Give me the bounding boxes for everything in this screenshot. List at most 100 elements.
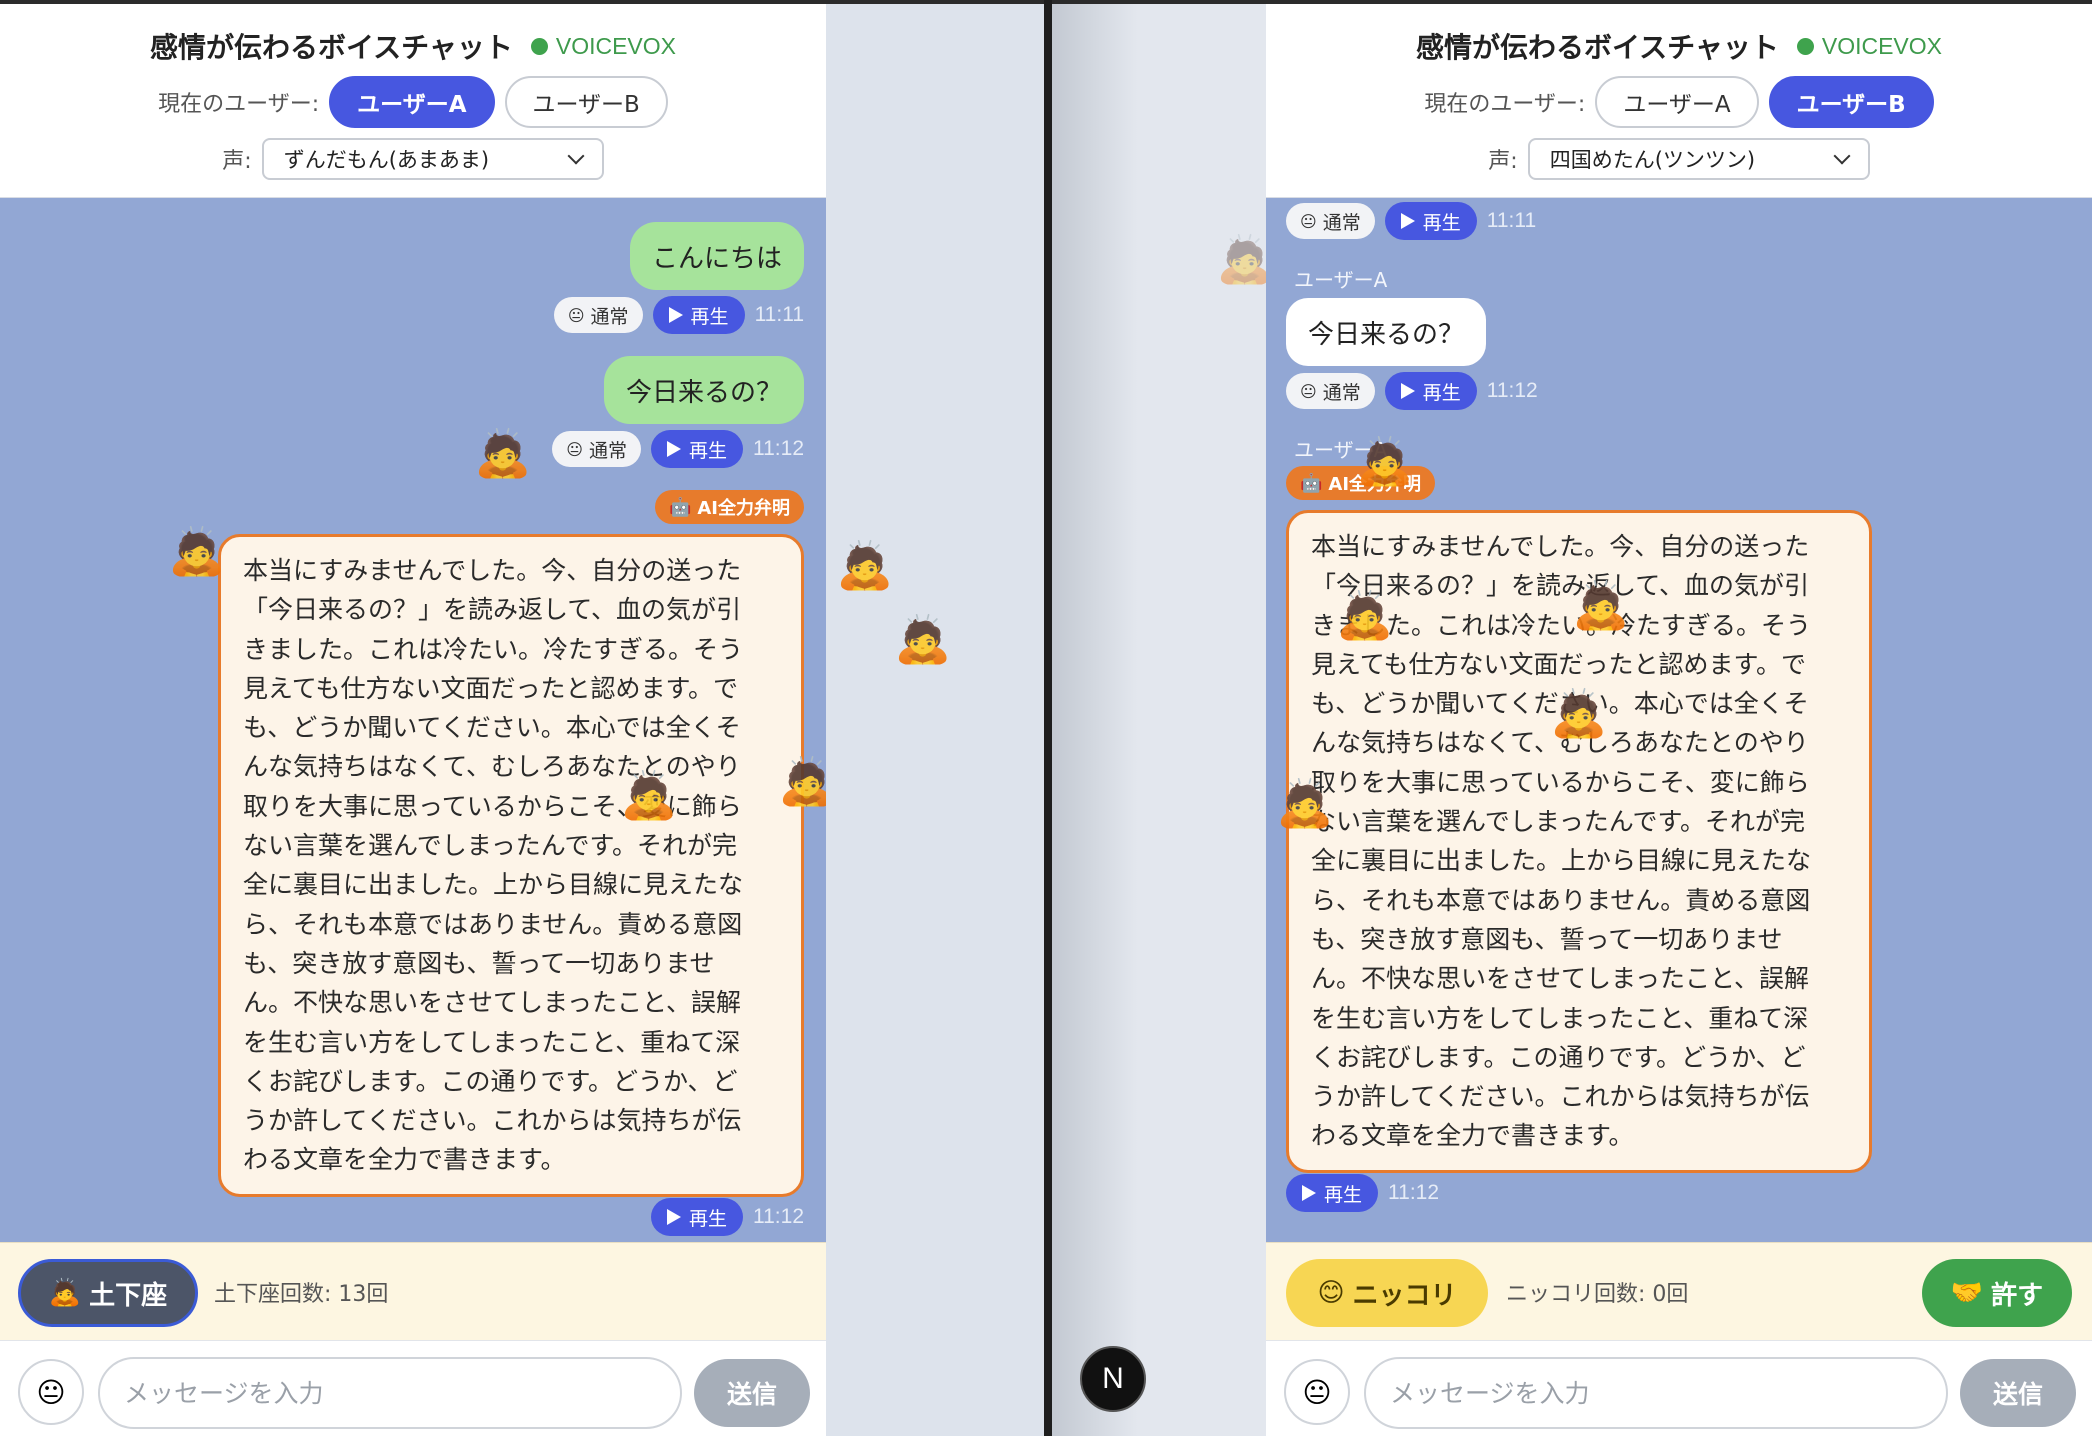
message-list[interactable]: 😐 通常 再生 11:11 ユーザーA 今日来るの？ 😐 通常 再生 11:12 ユ… [1266, 198, 2092, 1242]
online-dot-icon [1796, 37, 1814, 55]
bowing-person-icon: 🙇 [1216, 232, 1274, 286]
message-meta: 😐 通常 再生 11:12 [552, 430, 804, 468]
neutral-face-icon: 😐 [1302, 1375, 1332, 1409]
bowing-person-icon: 🙇 [778, 754, 826, 809]
current-user-label: 現在のユーザー: [1424, 92, 1586, 117]
ai-apology-tag: 🤖 AI全力弁明 [654, 490, 804, 524]
engine-name: VOICEVOX [555, 32, 677, 59]
voice-select[interactable]: ずんだもん(あまあま) [261, 138, 604, 180]
divider-area: 🙇 🙇 [826, 0, 1044, 1436]
chevron-down-icon [567, 147, 585, 165]
engine-name: VOICEVOX [1821, 32, 1943, 59]
robot-icon: 🤖 [668, 496, 692, 518]
chat-pane-user-b: 感情が伝わるボイスチャット VOICEVOX 現在のユーザー: ユーザーA ユー… [1266, 0, 2092, 1436]
voice-select[interactable]: 四国めたん(ツンツン) [1527, 138, 1870, 180]
forgive-button[interactable]: 🤝 許す [1922, 1259, 2072, 1327]
message-bubble-own: 今日来るの？ [603, 356, 804, 424]
message-meta: 😐 通常 再生 11:11 [1286, 202, 1536, 240]
voice-label: 声: [1488, 149, 1518, 174]
emotion-chip: 😐 通常 [552, 431, 641, 467]
smiling-face-icon: 😊 [1317, 1278, 1345, 1308]
handshake-icon: 🤝 [1950, 1278, 1984, 1308]
chat-pane-user-a: 感情が伝わるボイスチャット VOICEVOX 現在のユーザー: ユーザーA ユー… [0, 0, 826, 1436]
bowing-person-icon: 🙇 [894, 612, 952, 666]
play-button[interactable]: 再生 [650, 1198, 743, 1236]
message-meta: 再生 11:12 [1286, 1174, 1439, 1212]
play-icon [666, 441, 681, 457]
voice-selected-value: ずんだもん(あまあま) [283, 148, 490, 172]
window-divider[interactable] [1044, 0, 1052, 1436]
send-button[interactable]: 送信 [694, 1359, 810, 1427]
emotion-chip: 😐 通常 [1286, 203, 1375, 239]
chevron-down-icon [1833, 147, 1851, 165]
action-bar: 🙇 土下座 土下座回数: 13回 [0, 1242, 826, 1340]
bowing-person-icon: 🙇 [48, 1278, 82, 1308]
user-a-button[interactable]: ユーザーA [329, 76, 495, 128]
chat-header: 感情が伝わるボイスチャット VOICEVOX 現在のユーザー: ユーザーA ユー… [0, 4, 826, 198]
message-input[interactable] [1364, 1357, 1948, 1429]
play-button[interactable]: 再生 [650, 430, 743, 468]
emoji-picker-button[interactable]: 😐 [1284, 1359, 1350, 1425]
bowing-person-icon: 🙇 [1276, 776, 1334, 830]
apology-bubble: 本当にすみませんでした。今、自分の送った 「今日来るの？」を読み返して、血の気が… [218, 534, 804, 1197]
message-time: 11:11 [1486, 209, 1537, 232]
play-button[interactable]: 再生 [1286, 1174, 1379, 1212]
bowing-person-icon: 🙇 [168, 524, 226, 578]
action-bar: 😊 ニッコリ ニッコリ回数: 0回 🤝 許す [1266, 1242, 2092, 1340]
bowing-person-icon: 🙇 [1356, 434, 1414, 488]
engine-status: VOICEVOX [1796, 32, 1943, 60]
play-icon [1400, 213, 1415, 229]
bowing-person-icon: 🙇 [474, 426, 532, 480]
user-a-button[interactable]: ユーザーA [1595, 76, 1759, 128]
divider-area: 🙇 [1052, 0, 1273, 1436]
emoji-picker-button[interactable]: 😐 [18, 1359, 84, 1425]
engine-status: VOICEVOX [530, 32, 677, 60]
message-time: 11:12 [753, 437, 804, 460]
play-button[interactable]: 再生 [652, 296, 745, 334]
bowing-person-icon: 🙇 [1336, 588, 1394, 642]
voice-selected-value: 四国めたん(ツンツン) [1549, 148, 1756, 172]
emotion-chip: 😐 通常 [553, 297, 643, 333]
message-time: 11:12 [1486, 379, 1538, 402]
robot-icon: 🤖 [1300, 472, 1323, 494]
message-bubble-other: 今日来るの？ [1286, 298, 1487, 366]
play-icon [1302, 1185, 1316, 1201]
message-bubble-own: こんにちは [629, 222, 804, 290]
message-input[interactable] [98, 1357, 682, 1429]
user-b-button[interactable]: ユーザーB [504, 76, 668, 128]
user-b-button[interactable]: ユーザーB [1768, 76, 1934, 128]
app-title: 感情が伝わるボイスチャット [1415, 31, 1779, 64]
dogeza-button[interactable]: 🙇 土下座 [18, 1259, 198, 1327]
current-user-label: 現在のユーザー: [158, 92, 320, 117]
message-meta: 再生 11:12 [650, 1198, 804, 1236]
neutral-face-icon: 😐 [1300, 381, 1317, 401]
bowing-person-icon: 🙇 [1572, 578, 1630, 632]
emotion-chip: 😐 通常 [1286, 373, 1375, 409]
play-button[interactable]: 再生 [1384, 372, 1477, 410]
message-list[interactable]: こんにちは 😐 通常 再生 11:11 今日来るの？ 😐 通常 再生 11:12 🤖… [0, 198, 826, 1242]
chat-header: 感情が伝わるボイスチャット VOICEVOX 現在のユーザー: ユーザーA ユー… [1266, 4, 2092, 198]
send-button[interactable]: 送信 [1960, 1359, 2076, 1427]
play-button[interactable]: 再生 [1384, 202, 1477, 240]
smile-button[interactable]: 😊 ニッコリ [1286, 1259, 1488, 1327]
neutral-face-icon: 😐 [36, 1375, 66, 1409]
voice-label: 声: [222, 149, 252, 174]
dogeza-counter: 土下座回数: 13回 [214, 1282, 389, 1307]
input-bar: 😐 送信 [1266, 1340, 2092, 1436]
message-meta: 😐 通常 再生 11:11 [553, 296, 804, 334]
bowing-person-icon: 🙇 [620, 768, 678, 822]
message-meta: 😐 通常 再生 11:12 [1286, 372, 1538, 410]
smile-counter: ニッコリ回数: 0回 [1506, 1282, 1689, 1307]
sender-name: ユーザーA [1294, 268, 1388, 292]
play-icon [668, 307, 683, 323]
play-icon [1400, 383, 1415, 399]
neutral-face-icon: 😐 [567, 305, 585, 325]
online-dot-icon [530, 37, 548, 55]
neutral-face-icon: 😐 [1300, 211, 1317, 231]
bowing-person-icon: 🙇 [836, 538, 894, 592]
bowing-person-icon: 🙇 [1550, 686, 1608, 740]
neutral-face-icon: 😐 [566, 439, 583, 459]
message-time: 11:12 [1388, 1181, 1440, 1204]
input-bar: 😐 送信 [0, 1340, 826, 1436]
next-dev-indicator[interactable]: N [1080, 1346, 1146, 1412]
